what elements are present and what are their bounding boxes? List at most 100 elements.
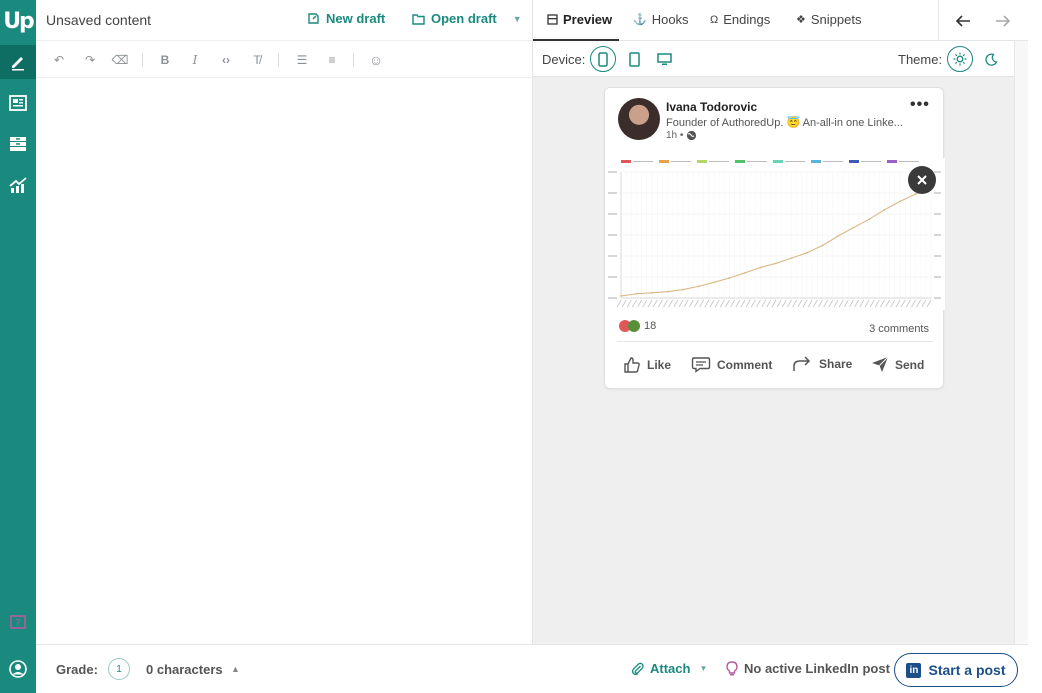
chart-legend-text (633, 161, 653, 162)
comment-action[interactable]: Comment (691, 356, 772, 373)
send-icon (872, 356, 889, 372)
editor-header: Unsaved content New draft Open draft ▼ (36, 0, 532, 41)
code-icon[interactable]: ‹› (217, 51, 235, 69)
device-label: Device: (542, 52, 586, 67)
reactions-summary[interactable]: 18 (619, 320, 656, 332)
editor-footer: Grade: 1 0 characters ▲ Attach ▼ No acti… (36, 644, 1028, 693)
tab-snippets[interactable]: ❖ Snippets (796, 12, 861, 27)
eraser-icon[interactable]: ⌫ (111, 51, 129, 69)
chart-y2-tick-label (934, 297, 941, 299)
comment-icon (691, 357, 711, 373)
rail-item-help[interactable]: ? (0, 606, 36, 640)
chart-data-point (728, 277, 731, 279)
bold-icon[interactable]: B (156, 51, 174, 69)
chart-y2-tick-label (934, 276, 941, 278)
rail-item-posts[interactable] (0, 86, 36, 120)
undo-icon[interactable]: ↶ (50, 51, 68, 69)
chart-legend-swatch (811, 160, 821, 163)
chart-data-point (620, 295, 622, 297)
bullet-list-icon[interactable]: ☰ (293, 51, 311, 69)
remove-image-button[interactable] (908, 166, 936, 194)
tab-endings[interactable]: Ω Endings (710, 12, 770, 27)
linkedin-status: No active LinkedIn post (726, 661, 890, 676)
comments-count[interactable]: 3 comments (869, 323, 929, 335)
preview-canvas: Ivana Todorovic Founder of AuthoredUp. 😇… (532, 77, 1014, 644)
preview-scrollbar[interactable] (1014, 41, 1028, 644)
back-button[interactable] (952, 10, 974, 32)
chart-legend-swatch (773, 160, 783, 163)
toolbar-divider (278, 53, 279, 67)
chart-y-tick-label (608, 213, 617, 215)
chart-y-tick-label (608, 276, 617, 278)
send-action[interactable]: Send (871, 356, 924, 373)
device-tablet-button[interactable] (621, 46, 647, 72)
chart-y2-tick-label (934, 192, 941, 194)
chevron-up-icon[interactable]: ▲ (231, 664, 240, 674)
like-action[interactable]: Like (623, 356, 671, 374)
start-post-button[interactable]: in Start a post (894, 653, 1018, 687)
preview-icon (547, 14, 558, 25)
moon-icon (984, 52, 997, 66)
share-icon (793, 356, 811, 371)
chart-data-point (883, 208, 886, 211)
chart-y-tick-label (608, 255, 617, 257)
italic-icon[interactable]: I (186, 51, 204, 69)
chart-legend-swatch (849, 160, 859, 163)
svg-text:?: ? (15, 618, 20, 629)
preview-toolbar: Device: Theme: (532, 41, 1014, 77)
chart-legend-swatch (735, 160, 745, 163)
rail-item-account[interactable] (0, 652, 36, 686)
character-count: 0 characters (146, 662, 223, 677)
numbered-list-icon[interactable]: ≡ (323, 51, 341, 69)
author-name: Ivana Todorovic (666, 100, 758, 114)
chart-data-point (868, 218, 870, 221)
device-desktop-button[interactable] (651, 46, 677, 72)
chart-data-point (666, 290, 669, 293)
attach-label: Attach (650, 661, 691, 676)
sun-icon (953, 52, 967, 66)
editor-body[interactable] (36, 78, 532, 644)
chart-data-point (651, 291, 653, 294)
theme-dark-button[interactable] (978, 46, 1004, 72)
thumbs-up-icon (624, 357, 640, 373)
left-rail: Up ? (0, 0, 36, 693)
linkedin-status-text: No active LinkedIn post (744, 661, 890, 676)
tab-hooks[interactable]: ⚓ Hooks (633, 12, 689, 27)
close-icon (917, 175, 927, 185)
open-draft-button[interactable]: Open draft ▼ (412, 11, 522, 26)
tab-preview[interactable]: Preview (547, 12, 612, 27)
help-icon: ? (10, 615, 26, 629)
newspaper-icon (9, 95, 27, 111)
authoredup-logo[interactable]: Up (0, 4, 36, 38)
theme-light-button[interactable] (947, 46, 973, 72)
preview-header: Preview ⚓ Hooks Ω Endings ❖ Snippets (532, 0, 1028, 41)
rail-item-analytics[interactable] (0, 168, 36, 202)
chart-legend-text (823, 161, 843, 162)
chart-data-point (682, 288, 684, 291)
chart-legend-text (785, 161, 805, 162)
clear-format-icon[interactable]: T̸ (248, 51, 266, 69)
document-title[interactable]: Unsaved content (46, 12, 151, 28)
chart-data-point (899, 200, 901, 203)
attach-button[interactable]: Attach ▼ (631, 661, 707, 676)
grade-badge[interactable]: 1 (108, 658, 130, 680)
device-phone-button[interactable] (590, 46, 616, 72)
new-draft-button[interactable]: New draft (307, 11, 385, 26)
chart-y2-tick-label (934, 255, 941, 257)
share-action[interactable]: Share (793, 356, 852, 372)
share-label: Share (819, 357, 853, 371)
tablet-icon (628, 51, 640, 67)
more-options-icon[interactable]: ••• (910, 96, 930, 114)
chart-data-point (852, 226, 855, 229)
toolbar-divider (142, 53, 143, 67)
forward-button[interactable] (992, 10, 1014, 32)
redo-icon[interactable]: ↷ (81, 51, 99, 69)
rail-item-library[interactable] (0, 127, 36, 161)
chart-data-point (837, 235, 839, 237)
chart-y-tick-label (608, 192, 617, 194)
chart-legend-swatch (697, 160, 707, 163)
emoji-icon[interactable]: ☺ (367, 51, 385, 69)
rail-item-editor[interactable] (0, 45, 36, 79)
arrow-right-icon (996, 15, 1011, 27)
chart-data-point (790, 257, 793, 259)
